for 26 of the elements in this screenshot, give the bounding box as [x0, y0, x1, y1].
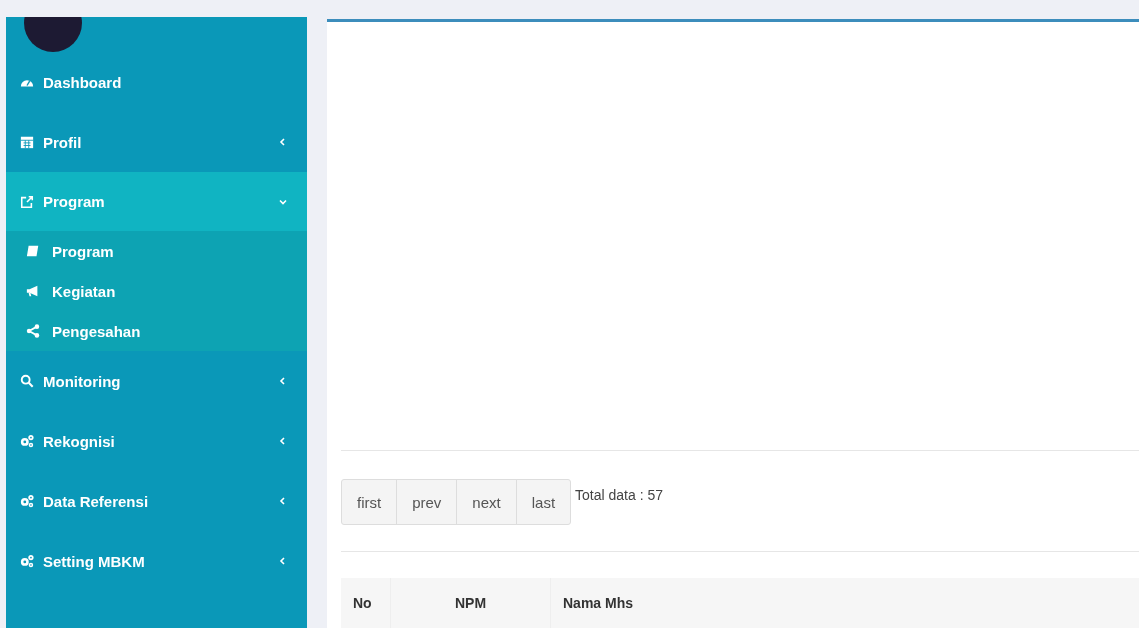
pagination-button[interactable]: prev — [396, 479, 458, 525]
pagination-button[interactable]: first — [341, 479, 398, 525]
share-icon — [26, 324, 40, 338]
sidebar-item[interactable]: Dashboard — [6, 52, 307, 112]
column-header: Nama Mhs — [562, 594, 635, 613]
sidebar-item[interactable]: Monitoring — [6, 351, 307, 411]
submenu-item[interactable]: Pengesahan — [6, 311, 307, 351]
pagination-button[interactable]: next — [456, 479, 517, 525]
megaphone-icon — [26, 284, 40, 298]
external-link-icon — [20, 194, 34, 209]
gears-icon — [20, 494, 34, 508]
gears-icon — [20, 434, 34, 448]
sidebar-item[interactable]: Setting MBKM — [6, 531, 307, 591]
sidebar-item[interactable]: Program — [6, 172, 307, 231]
column-header: NPM — [391, 578, 551, 628]
gears-icon — [20, 554, 34, 568]
pagination-button[interactable]: last — [515, 479, 572, 525]
sidebar-item[interactable]: Profil — [6, 112, 307, 172]
calendar-icon — [20, 135, 34, 149]
sidebar-item[interactable]: Rekognisi — [6, 411, 307, 471]
sidebar-item[interactable]: Data Referensi — [6, 471, 307, 531]
submenu-item[interactable]: Program — [6, 231, 307, 271]
submenu-item[interactable]: Kegiatan — [6, 271, 307, 311]
total-count: Total data : 57 — [575, 487, 663, 503]
column-header: No — [341, 578, 391, 628]
search-icon — [20, 374, 34, 388]
